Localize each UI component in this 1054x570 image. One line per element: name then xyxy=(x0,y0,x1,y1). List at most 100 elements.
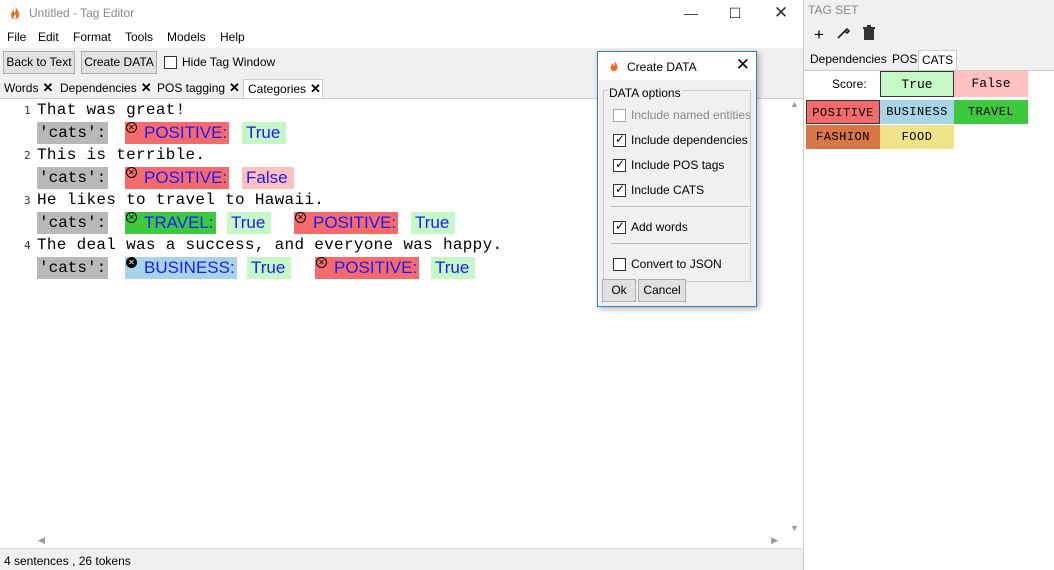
tab-categories[interactable]: Categories ✕ xyxy=(243,79,323,98)
close-tab-icon[interactable]: ✕ xyxy=(141,80,152,95)
dialog-title: Create DATA xyxy=(627,60,697,74)
named-entities-checkbox xyxy=(613,109,626,122)
menu-help[interactable]: Help xyxy=(220,30,245,44)
menu-format[interactable]: Format xyxy=(73,30,111,44)
menu-file[interactable]: File xyxy=(7,30,26,44)
close-tab-icon[interactable]: ✕ xyxy=(42,80,53,95)
category-business[interactable]: BUSINESS xyxy=(880,100,954,124)
cats-checkbox[interactable] xyxy=(613,182,626,197)
title-bar: Untitled - Tag Editor — ☐ ✕ xyxy=(0,0,803,26)
tab-dependencies[interactable]: Dependencies ✕ xyxy=(56,79,154,98)
scroll-down-icon[interactable]: ▼ xyxy=(790,523,799,533)
category-tag[interactable]: ✕ BUSINESS: xyxy=(125,257,237,279)
category-value[interactable]: True xyxy=(431,257,476,279)
dialog-title-bar: Create DATA ✕ xyxy=(598,52,756,80)
score-label: Score: xyxy=(832,77,867,91)
category-food[interactable]: FOOD xyxy=(880,125,954,149)
data-options-group: DATA options Include named entities Incl… xyxy=(603,86,752,282)
add-icon[interactable]: + xyxy=(809,25,829,45)
category-value[interactable]: False xyxy=(242,167,294,189)
vertical-scrollbar[interactable]: ▲ ▼ xyxy=(786,99,803,533)
create-data-button[interactable]: Create DATA xyxy=(81,51,157,74)
back-to-text-button[interactable]: Back to Text xyxy=(3,51,75,74)
close-tab-icon[interactable]: ✕ xyxy=(310,81,321,96)
category-tag-name: POSITIVE: xyxy=(313,213,397,232)
category-tag-name: POSITIVE: xyxy=(144,168,228,187)
option-label: Include named entities xyxy=(631,108,752,122)
minimize-button[interactable]: — xyxy=(671,2,711,24)
remove-tag-icon[interactable]: ✕ xyxy=(126,167,137,178)
ok-button[interactable]: Ok xyxy=(602,279,636,302)
menu-models[interactable]: Models xyxy=(167,30,206,44)
line-number-gutter: 1 2 3 4 xyxy=(0,99,36,539)
scroll-left-icon[interactable]: ◀ xyxy=(38,535,45,546)
divider xyxy=(611,243,749,244)
menu-bar: File Edit Format Tools Models Help xyxy=(0,26,803,48)
option-label: Include dependencies xyxy=(631,133,748,147)
score-false-button[interactable]: False xyxy=(954,71,1028,97)
category-tag[interactable]: ✕ POSITIVE: xyxy=(125,167,230,189)
tab-pos-tagging-label: POS tagging xyxy=(157,81,226,95)
create-data-dialog: Create DATA ✕ DATA options Include named… xyxy=(597,51,757,307)
horizontal-scrollbar[interactable]: ◀ ▶ xyxy=(36,533,786,549)
dependencies-checkbox[interactable] xyxy=(613,132,626,147)
tab-dependencies[interactable]: Dependencies xyxy=(807,50,890,70)
sentence-text: He likes to travel to Hawaii. xyxy=(37,191,325,209)
category-tag[interactable]: ✕ POSITIVE: xyxy=(315,257,420,279)
tab-cats[interactable]: CATS xyxy=(918,50,958,70)
scroll-up-icon[interactable]: ▲ xyxy=(790,99,799,109)
tab-pos-tagging[interactable]: POS tagging ✕ xyxy=(153,79,243,98)
category-value[interactable]: True xyxy=(242,122,287,144)
category-value[interactable]: True xyxy=(247,257,292,279)
sentence-text: The deal was a success, and everyone was… xyxy=(37,236,503,254)
trash-icon[interactable] xyxy=(859,25,879,45)
divider xyxy=(611,206,749,207)
cancel-button[interactable]: Cancel xyxy=(638,279,686,302)
tag-set-title: TAG SET xyxy=(808,3,859,17)
category-value[interactable]: True xyxy=(411,212,456,234)
flame-icon xyxy=(610,60,618,71)
tag-set-tabs: Dependencies POS CATS xyxy=(804,50,1054,70)
convert-json-checkbox[interactable] xyxy=(613,258,626,271)
remove-tag-icon[interactable]: ✕ xyxy=(126,122,137,133)
remove-tag-icon[interactable]: ✕ xyxy=(316,257,327,268)
pos-tags-checkbox[interactable] xyxy=(613,157,626,172)
score-true-button[interactable]: True xyxy=(880,71,954,97)
category-positive[interactable]: POSITIVE xyxy=(806,100,880,124)
category-tag[interactable]: ✕ POSITIVE: xyxy=(294,212,399,234)
remove-tag-icon[interactable]: ✕ xyxy=(126,257,137,268)
hide-tag-window-checkbox[interactable] xyxy=(164,56,177,69)
line-number: 4 xyxy=(24,239,31,252)
close-icon[interactable]: ✕ xyxy=(736,55,750,75)
line-number: 2 xyxy=(24,149,31,162)
window-title: Untitled - Tag Editor xyxy=(29,6,135,20)
line-number: 1 xyxy=(24,104,31,117)
option-label: Add words xyxy=(631,220,688,234)
category-tag-name: POSITIVE: xyxy=(144,123,228,142)
category-value[interactable]: True xyxy=(227,212,272,234)
option-label: Include CATS xyxy=(631,183,705,197)
flame-icon xyxy=(10,6,20,19)
tab-pos[interactable]: POS xyxy=(889,50,920,70)
scroll-right-icon[interactable]: ▶ xyxy=(771,535,778,546)
category-tag[interactable]: ✕ TRAVEL: xyxy=(125,212,216,234)
category-travel[interactable]: TRAVEL xyxy=(954,100,1028,124)
category-tag-name: TRAVEL: xyxy=(144,213,214,232)
category-tag[interactable]: ✕ POSITIVE: xyxy=(125,122,230,144)
dropper-icon[interactable] xyxy=(833,25,853,45)
category-tag-name: POSITIVE: xyxy=(334,258,418,277)
category-fashion[interactable]: FASHION xyxy=(806,125,880,149)
option-label: Convert to JSON xyxy=(631,257,722,271)
close-button[interactable]: ✕ xyxy=(761,2,801,24)
close-tab-icon[interactable]: ✕ xyxy=(229,80,240,95)
tab-words[interactable]: Words ✕ xyxy=(0,79,56,98)
remove-tag-icon[interactable]: ✕ xyxy=(126,212,137,223)
menu-tools[interactable]: Tools xyxy=(125,30,153,44)
maximize-button[interactable]: ☐ xyxy=(715,2,755,24)
remove-tag-icon[interactable]: ✕ xyxy=(295,212,306,223)
menu-edit[interactable]: Edit xyxy=(38,30,59,44)
add-words-checkbox[interactable] xyxy=(613,219,626,234)
option-label: Include POS tags xyxy=(631,158,725,172)
hide-tag-window-label: Hide Tag Window xyxy=(182,55,276,69)
status-text: 4 sentences , 26 tokens xyxy=(4,554,131,568)
